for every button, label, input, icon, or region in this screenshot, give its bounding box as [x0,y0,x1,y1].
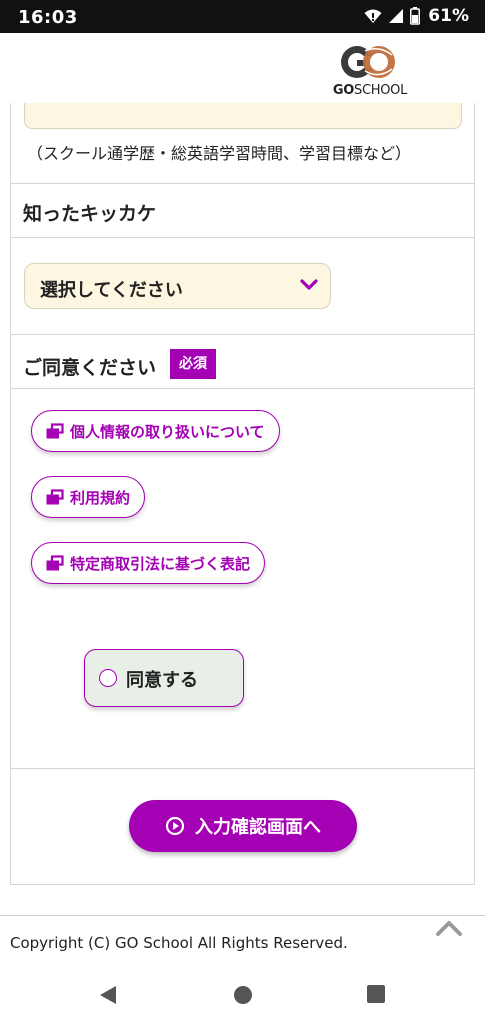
contact-form: （スクール通学歴・総英語学習時間、学習目標など） 知ったキッカケ 選択してくださ… [10,103,475,885]
go-school-logo[interactable]: GOSCHOOL [330,41,410,101]
play-circle-icon [165,816,185,836]
terms-of-use-link-label: 利用規約 [70,488,131,507]
divider [11,237,474,238]
status-time: 16:03 [18,7,78,28]
terms-of-use-link[interactable]: 利用規約 [31,476,146,518]
commercial-transactions-link[interactable]: 特定商取引法に基づく表記 [31,542,266,584]
go-logo-mark-icon [341,46,395,78]
agree-label: 同意する [126,670,198,691]
confirm-button-label: 入力確認画面へ [195,817,321,838]
external-link-icon [46,555,64,571]
recents-icon[interactable] [367,985,385,1003]
message-hint: （スクール通学歴・総英語学習時間、学習目標など） [27,144,412,163]
divider [11,334,474,335]
source-select[interactable]: 選択してください [24,263,331,309]
divider [11,768,474,769]
required-badge: 必須 [170,349,216,379]
agree-radio[interactable] [99,669,117,687]
site-header: GOSCHOOL [0,33,485,103]
status-bar: 16:03 61% [0,0,485,33]
commercial-transactions-link-label: 特定商取引法に基づく表記 [70,554,251,573]
source-label: 知ったキッカケ [23,203,157,225]
external-link-icon [46,423,64,439]
battery-percent: 61% [428,6,469,26]
consent-label: ご同意ください [23,357,157,379]
divider [11,388,474,389]
message-textarea[interactable] [24,103,462,129]
copyright-text: Copyright (C) GO School All Rights Reser… [10,934,348,952]
back-icon[interactable] [98,984,118,1006]
home-icon[interactable] [233,985,253,1005]
logo-text: GOSCHOOL [332,83,408,98]
external-link-icon [46,489,64,505]
chevron-up-icon[interactable] [435,918,463,938]
system-nav-bar [0,970,485,1024]
wifi-icon [364,9,382,23]
signal-icon [389,9,404,23]
source-select-value: 選択してください [40,280,183,301]
privacy-policy-link[interactable]: 個人情報の取り扱いについて [31,410,280,452]
site-footer: Copyright (C) GO School All Rights Reser… [0,915,485,970]
privacy-policy-link-label: 個人情報の取り扱いについて [70,422,265,441]
divider [11,183,474,184]
agree-checkbox[interactable]: 同意する [84,649,244,707]
confirm-button[interactable]: 入力確認画面へ [129,800,357,852]
chevron-down-icon [300,279,318,290]
status-icons: 61% [364,6,469,26]
battery-icon [410,7,421,25]
